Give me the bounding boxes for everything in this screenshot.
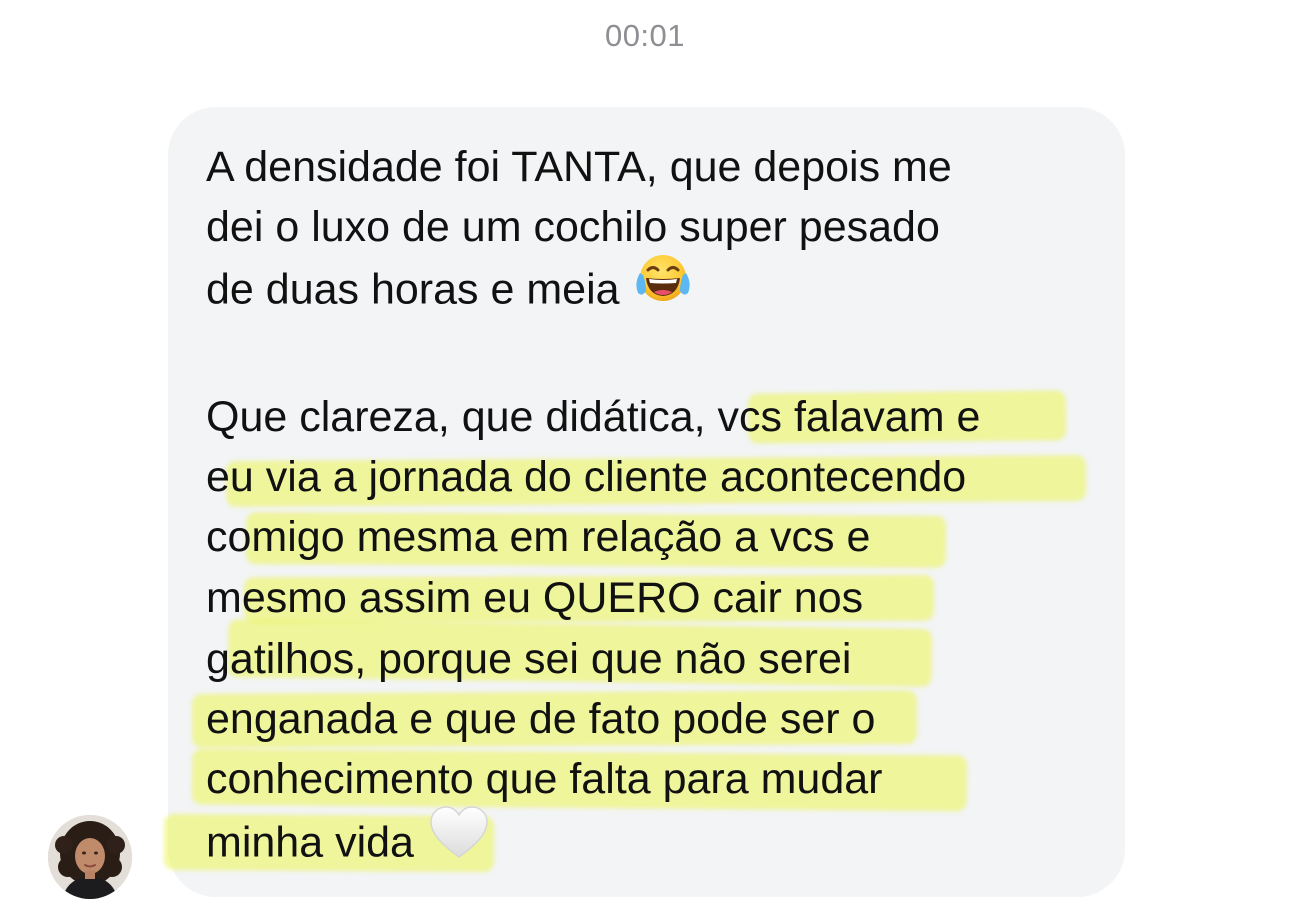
avatar[interactable] — [48, 815, 132, 899]
message-line: A densidade foi TANTA, que depois me — [206, 143, 952, 191]
message-line: dei o luxo de um cochilo super pesado — [206, 203, 940, 251]
timestamp: 00:01 — [604, 18, 686, 53]
message-line: mesmo assim eu QUERO cair nos — [206, 574, 864, 622]
message-line: gatilhos, porque sei que não serei — [206, 635, 852, 683]
message-line: comigo mesma em relação a vcs e — [206, 513, 871, 561]
message-line: eu via a jornada do cliente acontecendo — [206, 453, 967, 501]
message-line-with-emoji: minha vida — [206, 806, 490, 869]
face-with-tears-of-joy-icon — [634, 253, 692, 323]
white-heart-icon — [428, 805, 490, 877]
message-line-text: minha vida — [206, 818, 414, 867]
message-line-with-emoji: de duas horas e meia — [206, 255, 692, 317]
message-line: enganada e que de fato pode ser o — [206, 695, 876, 743]
message-line-text: de duas horas e meia — [206, 265, 620, 314]
message-line: Que clareza, que didática, vcs falavam e — [206, 393, 981, 441]
message-line: conhecimento que falta para mudar — [206, 755, 883, 803]
